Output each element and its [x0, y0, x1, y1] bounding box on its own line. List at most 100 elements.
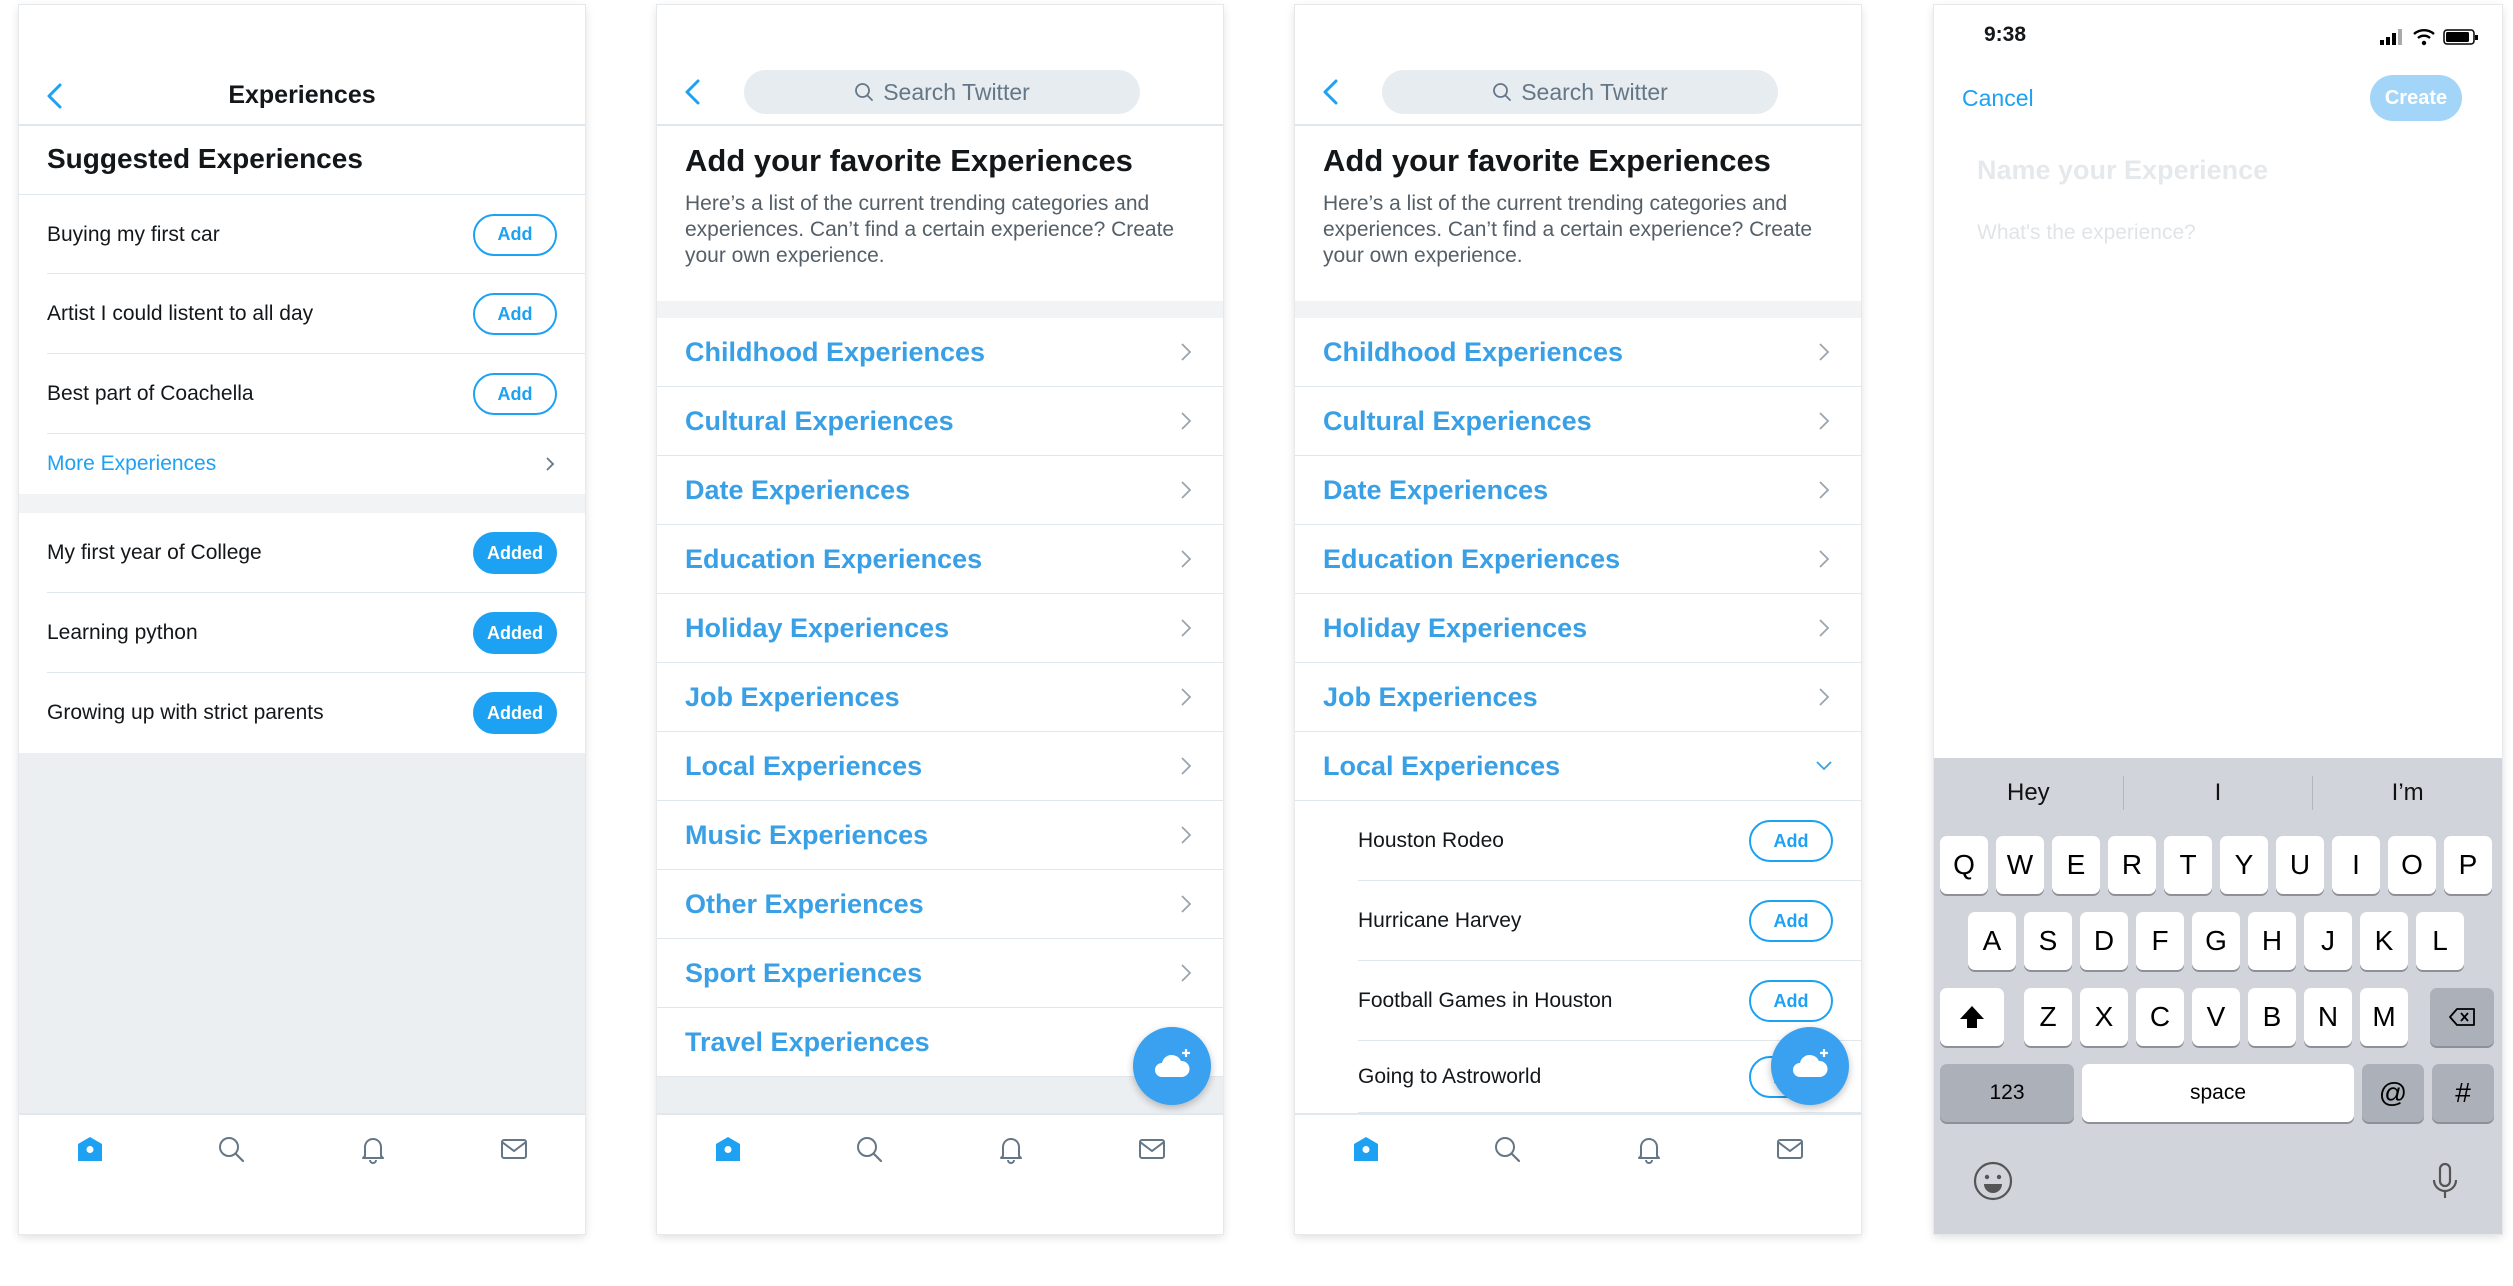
tab-notifications[interactable]: [994, 1132, 1028, 1166]
category-label: Job Experiences: [1323, 681, 1538, 712]
microphone-icon[interactable]: [2422, 1158, 2468, 1204]
category-row[interactable]: Childhood Experiences: [1295, 318, 1861, 387]
prediction[interactable]: Hey: [1934, 779, 2123, 807]
key[interactable]: L: [2416, 912, 2464, 970]
tab-search[interactable]: [214, 1132, 248, 1166]
tab-home[interactable]: [1349, 1132, 1383, 1166]
category-row[interactable]: Cultural Experiences: [657, 387, 1223, 456]
key[interactable]: S: [2024, 912, 2072, 970]
list-item: My first year of College Added: [19, 513, 585, 593]
category-row[interactable]: Job Experiences: [657, 663, 1223, 732]
category-row[interactable]: Holiday Experiences: [657, 594, 1223, 663]
chevron-right-icon: [1819, 619, 1830, 637]
key[interactable]: A: [1968, 912, 2016, 970]
key[interactable]: H: [2248, 912, 2296, 970]
key[interactable]: P: [2444, 836, 2492, 894]
key[interactable]: C: [2136, 988, 2184, 1046]
tab-messages[interactable]: [1135, 1132, 1169, 1166]
tab-home[interactable]: [711, 1132, 745, 1166]
prediction[interactable]: I: [2124, 779, 2313, 807]
more-experiences-link[interactable]: More Experiences: [19, 434, 585, 494]
key[interactable]: K: [2360, 912, 2408, 970]
category-row[interactable]: Music Experiences: [657, 801, 1223, 870]
key[interactable]: R: [2108, 836, 2156, 894]
key[interactable]: J: [2304, 912, 2352, 970]
key[interactable]: Y: [2220, 836, 2268, 894]
tab-search[interactable]: [852, 1132, 886, 1166]
key[interactable]: I: [2332, 836, 2380, 894]
category-row[interactable]: Cultural Experiences: [1295, 387, 1861, 456]
backspace-key[interactable]: [2430, 988, 2494, 1046]
category-row[interactable]: Job Experiences: [1295, 663, 1861, 732]
bell-icon: [999, 1138, 1022, 1164]
tab-messages[interactable]: [497, 1132, 531, 1166]
search-input[interactable]: Search Twitter: [1382, 70, 1778, 114]
category-label: Music Experiences: [685, 819, 929, 850]
category-label: Cultural Experiences: [685, 405, 954, 436]
shift-key[interactable]: [1940, 988, 2004, 1046]
category-row[interactable]: Holiday Experiences: [1295, 594, 1861, 663]
add-button[interactable]: Add: [1749, 820, 1833, 862]
add-button[interactable]: Add: [1749, 900, 1833, 942]
category-row[interactable]: Education Experiences: [657, 525, 1223, 594]
list-item: Hurricane Harvey Add: [1295, 881, 1861, 961]
add-button[interactable]: Add: [473, 213, 557, 256]
category-row[interactable]: Local Experiences: [657, 732, 1223, 801]
key[interactable]: O: [2388, 836, 2436, 894]
key[interactable]: G: [2192, 912, 2240, 970]
key[interactable]: M: [2360, 988, 2408, 1046]
tab-messages[interactable]: [1773, 1132, 1807, 1166]
numbers-key[interactable]: 123: [1940, 1064, 2074, 1122]
compose-fab-button[interactable]: [1133, 1027, 1211, 1105]
intro-description: Here’s a list of the current trending ca…: [1323, 192, 1813, 267]
experience-name-input[interactable]: Name your Experience: [1977, 155, 2268, 186]
category-row[interactable]: Education Experiences: [1295, 525, 1861, 594]
key[interactable]: T: [2164, 836, 2212, 894]
emoji-icon[interactable]: [1970, 1158, 2016, 1204]
tab-notifications[interactable]: [356, 1132, 390, 1166]
list-item: Houston Rodeo Add: [1295, 801, 1861, 881]
category-row-expanded[interactable]: Local Experiences: [1295, 732, 1861, 801]
prediction[interactable]: I’m: [2313, 779, 2502, 807]
key[interactable]: B: [2248, 988, 2296, 1046]
key[interactable]: X: [2080, 988, 2128, 1046]
add-button[interactable]: Add: [473, 373, 557, 415]
category-label: Sport Experiences: [685, 957, 923, 988]
space-key[interactable]: space: [2082, 1064, 2354, 1122]
chevron-right-icon: [1181, 550, 1192, 568]
category-row[interactable]: Date Experiences: [657, 456, 1223, 525]
tab-home[interactable]: [73, 1132, 107, 1166]
create-button[interactable]: Create: [2370, 75, 2462, 121]
tab-notifications[interactable]: [1632, 1132, 1666, 1166]
key[interactable]: U: [2276, 836, 2324, 894]
key[interactable]: Z: [2024, 988, 2072, 1046]
category-row[interactable]: Childhood Experiences: [657, 318, 1223, 387]
compose-fab-button[interactable]: [1771, 1027, 1849, 1105]
added-button[interactable]: Added: [473, 692, 557, 734]
category-label: Holiday Experiences: [685, 612, 950, 643]
chevron-right-icon: [1181, 481, 1192, 499]
key[interactable]: D: [2080, 912, 2128, 970]
key[interactable]: F: [2136, 912, 2184, 970]
added-button[interactable]: Added: [473, 532, 557, 574]
back-chevron-icon[interactable]: [1317, 77, 1347, 107]
hash-key[interactable]: #: [2432, 1064, 2494, 1122]
experience-description-input[interactable]: What's the experience?: [1977, 221, 2196, 245]
at-key[interactable]: @: [2362, 1064, 2424, 1122]
key[interactable]: E: [2052, 836, 2100, 894]
cancel-button[interactable]: Cancel: [1962, 85, 2034, 112]
tab-search[interactable]: [1490, 1132, 1524, 1166]
category-row[interactable]: Other Experiences: [657, 870, 1223, 939]
category-row[interactable]: Sport Experiences: [657, 939, 1223, 1008]
add-button[interactable]: Add: [1749, 980, 1833, 1022]
key[interactable]: N: [2304, 988, 2352, 1046]
item-label: Best part of Coachella: [47, 382, 254, 405]
key[interactable]: W: [1996, 836, 2044, 894]
search-input[interactable]: Search Twitter: [744, 70, 1140, 114]
back-chevron-icon[interactable]: [679, 77, 709, 107]
add-button[interactable]: Add: [473, 293, 557, 335]
key[interactable]: V: [2192, 988, 2240, 1046]
category-row[interactable]: Date Experiences: [1295, 456, 1861, 525]
added-button[interactable]: Added: [473, 612, 557, 654]
key[interactable]: Q: [1940, 836, 1988, 894]
